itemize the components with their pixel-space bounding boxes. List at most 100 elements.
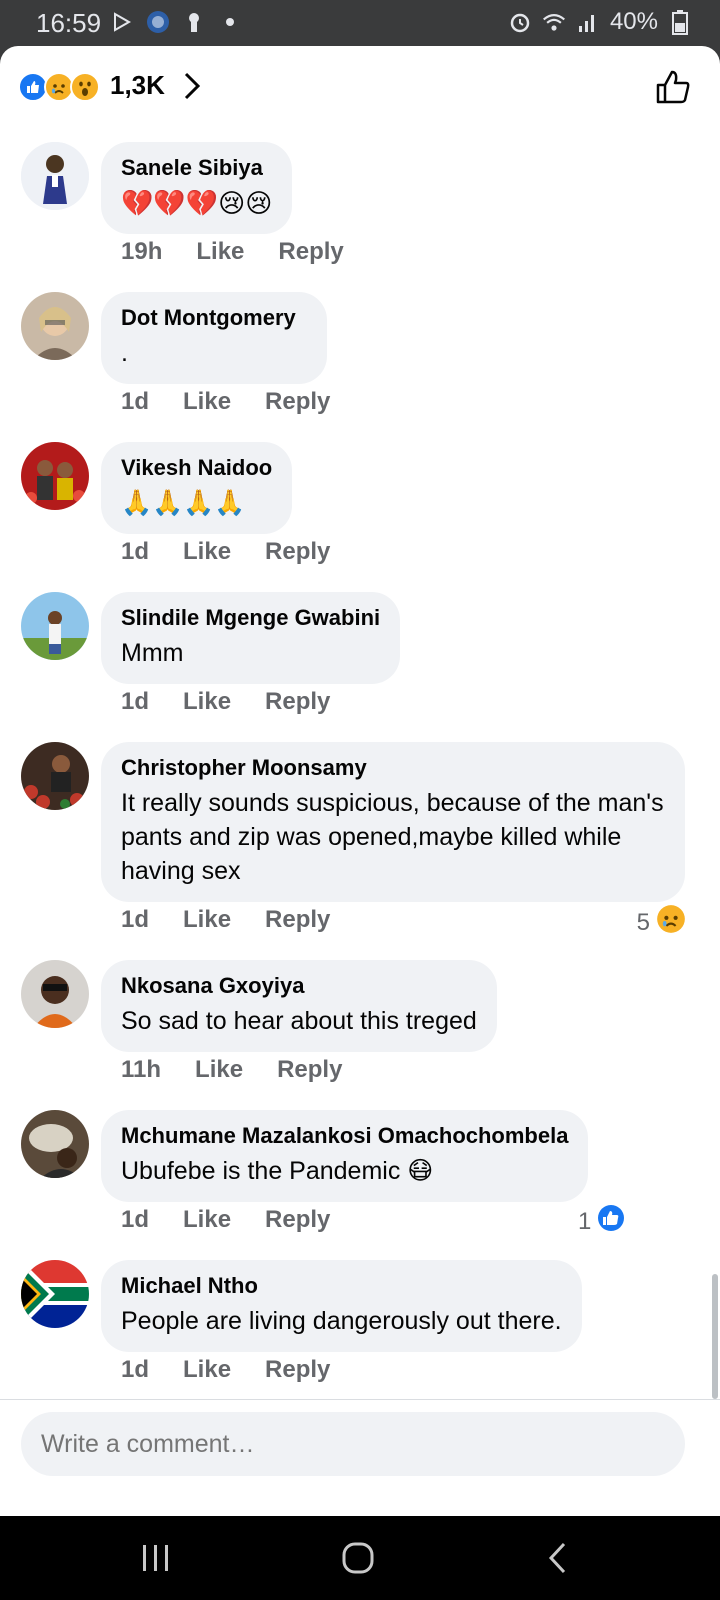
like-link[interactable]: Like	[196, 238, 244, 266]
avatar[interactable]	[21, 592, 89, 660]
comment-reaction-count: 1	[578, 1207, 592, 1235]
comment-reactions[interactable]: 5	[637, 904, 686, 941]
comment-bubble[interactable]: Vikesh Naidoo 🙏🙏🙏🙏	[101, 442, 293, 534]
wifi-icon	[542, 10, 566, 34]
comment-text: It really sounds suspicious, because of …	[121, 789, 664, 885]
comment-author[interactable]: Dot Montgomery	[121, 304, 307, 332]
wow-reaction-icon	[70, 72, 100, 102]
comment-bubble[interactable]: Dot Montgomery .	[101, 292, 327, 384]
comment-text: 🙏🙏🙏🙏	[121, 489, 246, 517]
reactions-summary[interactable]: 1,3K	[0, 46, 720, 136]
status-time: 16:59	[36, 8, 102, 38]
avatar[interactable]	[21, 142, 89, 210]
comment-text: Ubufebe is the Pandemic 😷	[121, 1157, 434, 1185]
recents-icon	[143, 1545, 168, 1571]
avatar[interactable]	[21, 292, 89, 360]
back-button[interactable]	[528, 1536, 588, 1580]
comment-actions: 1d Like Reply	[121, 906, 330, 934]
like-reaction-icon	[597, 1204, 625, 1239]
comment-bubble[interactable]: Mchumane Mazalankosi Omachochombela Ubuf…	[101, 1110, 589, 1202]
avatar[interactable]	[21, 442, 89, 510]
reply-link[interactable]: Reply	[265, 688, 330, 716]
comment-bubble[interactable]: Nkosana Gxoyiya So sad to hear about thi…	[101, 960, 497, 1052]
comment-text: People are living dangerously out there.	[121, 1307, 562, 1335]
home-button[interactable]	[328, 1536, 388, 1580]
reaction-icons	[18, 72, 100, 102]
comment-text: .	[121, 339, 128, 367]
comment-author[interactable]: Nkosana Gxoyiya	[121, 972, 477, 1000]
avatar[interactable]	[21, 1260, 89, 1328]
comment-text: 💔💔💔😢😢	[121, 188, 273, 218]
comment-actions: 19h Like Reply	[121, 238, 344, 266]
comment-actions: 1d Like Reply	[121, 1356, 330, 1384]
comment-reactions[interactable]: 1	[578, 1204, 625, 1239]
comment-time[interactable]: 1d	[121, 906, 149, 934]
keyhole-icon	[182, 10, 206, 34]
signal-icon	[576, 10, 600, 34]
comment-input[interactable]	[21, 1412, 685, 1476]
comment-time[interactable]: 1d	[121, 538, 149, 566]
comment-bubble[interactable]: Slindile Mgenge Gwabini Mmm	[101, 592, 401, 684]
alarm-icon	[508, 10, 532, 34]
reply-link[interactable]: Reply	[265, 1356, 330, 1384]
comment-author[interactable]: Mchumane Mazalankosi Omachochombela	[121, 1122, 568, 1150]
comment-time[interactable]: 1d	[121, 1206, 149, 1234]
comment-actions: 1d Like Reply	[121, 538, 330, 566]
reply-link[interactable]: Reply	[277, 1056, 342, 1084]
like-link[interactable]: Like	[195, 1056, 243, 1084]
like-link[interactable]: Like	[183, 1206, 231, 1234]
comment-author[interactable]: Sanele Sibiya	[121, 154, 272, 182]
status-icons-left	[110, 10, 242, 34]
avatar[interactable]	[21, 960, 89, 1028]
reply-link[interactable]: Reply	[265, 906, 330, 934]
comment-time[interactable]: 1d	[121, 688, 149, 716]
like-link[interactable]: Like	[183, 1356, 231, 1384]
home-icon	[342, 1542, 374, 1574]
status-icons-right: 40%	[508, 8, 692, 36]
like-link[interactable]: Like	[183, 388, 231, 416]
comment-actions: 1d Like Reply	[121, 688, 330, 716]
android-nav-bar	[0, 1516, 720, 1600]
news-app-icon	[146, 10, 170, 34]
status-bar: 16:59 40%	[0, 0, 720, 46]
comment-text: Mmm	[121, 639, 184, 667]
back-icon	[548, 1542, 566, 1574]
scrollbar[interactable]	[712, 1274, 718, 1399]
comment-bubble[interactable]: Sanele Sibiya 💔💔💔😢😢	[101, 142, 293, 234]
comment-time[interactable]: 11h	[121, 1056, 161, 1084]
like-outline-button[interactable]	[654, 68, 692, 111]
play-store-icon	[110, 10, 134, 34]
reply-link[interactable]: Reply	[265, 388, 330, 416]
comment-text: So sad to hear about this treged	[121, 1007, 477, 1035]
battery-percent: 40%	[609, 8, 658, 35]
comment-time[interactable]: 19h	[121, 238, 162, 266]
avatar[interactable]	[21, 1110, 89, 1178]
chevron-right-icon[interactable]	[182, 70, 202, 107]
comment-actions: 1d Like Reply	[121, 1206, 330, 1234]
like-link[interactable]: Like	[183, 688, 231, 716]
comment-actions: 1d Like Reply	[121, 388, 330, 416]
comments-sheet: 1,3K Sanele Sibiya 💔💔💔😢😢 19h Like Reply …	[0, 46, 720, 1516]
comment-author[interactable]: Michael Ntho	[121, 1272, 562, 1300]
comment-time[interactable]: 1d	[121, 1356, 149, 1384]
recent-apps-button[interactable]	[126, 1536, 186, 1580]
comment-time[interactable]: 1d	[121, 388, 149, 416]
comment-reaction-count: 5	[636, 908, 650, 936]
sad-reaction-icon	[656, 904, 686, 941]
reply-link[interactable]: Reply	[265, 1206, 330, 1234]
reply-link[interactable]: Reply	[265, 538, 330, 566]
battery-icon	[668, 10, 692, 35]
reaction-count: 1,3K	[110, 70, 165, 100]
comment-author[interactable]: Slindile Mgenge Gwabini	[121, 604, 380, 632]
comment-bubble[interactable]: Christopher Moonsamy It really sounds su…	[101, 742, 685, 902]
like-link[interactable]: Like	[183, 538, 231, 566]
comment-bubble[interactable]: Michael Ntho People are living dangerous…	[101, 1260, 582, 1352]
comment-author[interactable]: Christopher Moonsamy	[121, 754, 665, 782]
like-link[interactable]: Like	[183, 906, 231, 934]
comment-author[interactable]: Vikesh Naidoo	[121, 454, 272, 482]
reply-link[interactable]: Reply	[278, 238, 343, 266]
avatar[interactable]	[21, 742, 89, 810]
comment-composer	[0, 1399, 720, 1516]
thumbs-up-outline-icon	[656, 70, 690, 104]
comment-actions: 11h Like Reply	[121, 1056, 342, 1084]
